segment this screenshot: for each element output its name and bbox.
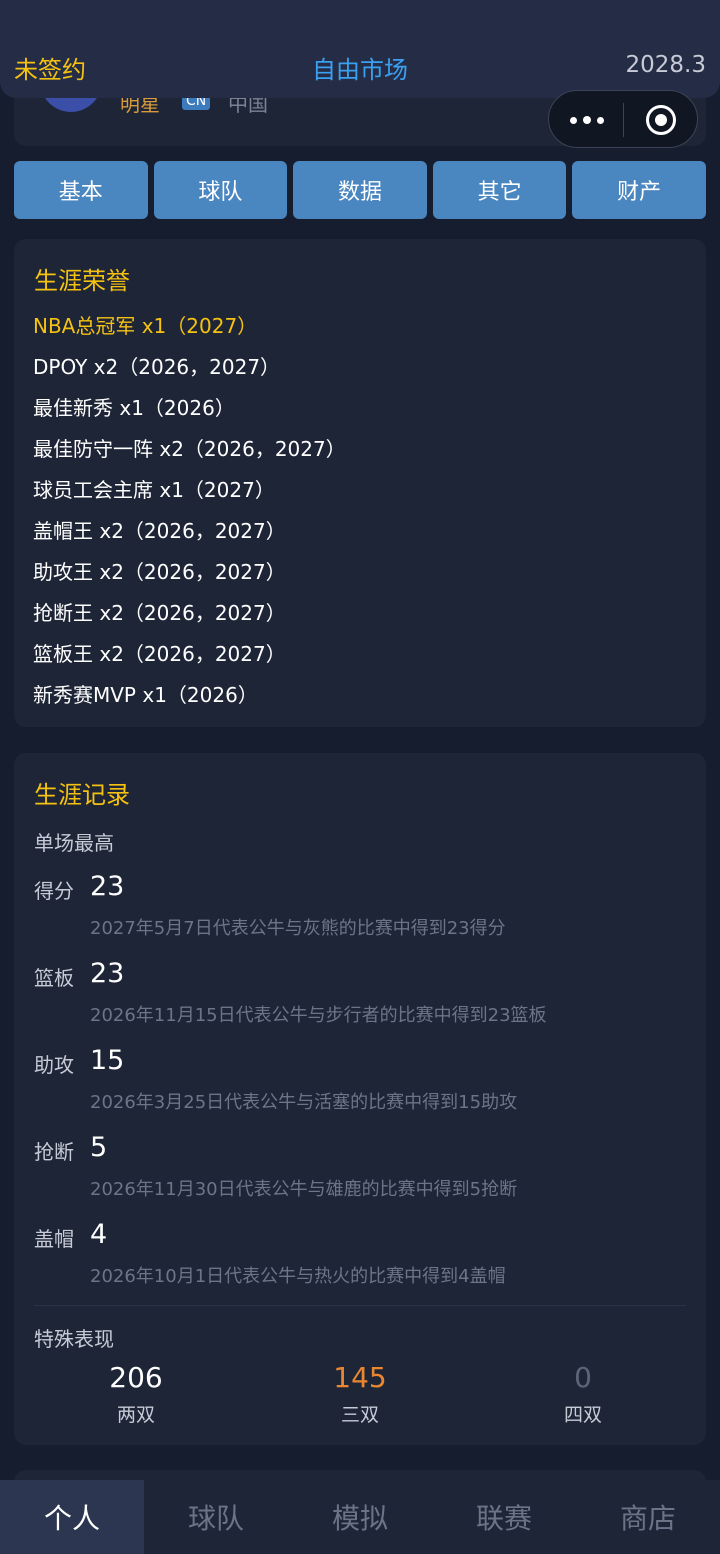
tab-assets[interactable]: 财产 [572, 161, 706, 219]
honor-item: 新秀赛MVP x1（2026） [33, 683, 258, 707]
record-desc-steals: 2026年11月30日代表公牛与雄鹿的比赛中得到5抢断 [90, 1179, 518, 1200]
tab-basic[interactable]: 基本 [14, 161, 148, 219]
record-label-rebounds: 篮板 [34, 966, 74, 990]
capsule-divider [623, 103, 624, 137]
tab-other[interactable]: 其它 [432, 161, 567, 219]
honor-item: NBA总冠军 x1（2027） [33, 314, 258, 338]
record-value-assists: 15 [90, 1045, 125, 1076]
double-double-stat: 206 两双 [36, 1361, 236, 1427]
free-market-link[interactable]: 自由市场 [0, 50, 720, 85]
honor-item: 篮板王 x2（2026，2027） [33, 642, 286, 666]
miniprogram-capsule [548, 90, 698, 148]
record-value-blocks: 4 [90, 1219, 108, 1250]
nav-team[interactable]: 球队 [144, 1480, 288, 1554]
record-desc-points: 2027年5月7日代表公牛与灰熊的比赛中得到23得分 [90, 918, 506, 939]
honor-item: DPOY x2（2026，2027） [33, 355, 281, 379]
nav-simulate[interactable]: 模拟 [288, 1480, 432, 1554]
tab-team[interactable]: 球队 [153, 161, 288, 219]
career-records-card: 生涯记录 单场最高 得分 23 2027年5月7日代表公牛与灰熊的比赛中得到23… [14, 753, 706, 1445]
honor-item: 最佳防守一阵 x2（2026，2027） [33, 437, 346, 461]
career-honors-title: 生涯荣誉 [34, 267, 130, 295]
nav-league[interactable]: 联赛 [432, 1480, 576, 1554]
record-label-steals: 抢断 [34, 1140, 74, 1164]
career-records-title: 生涯记录 [34, 781, 130, 809]
tab-stats[interactable]: 数据 [293, 161, 427, 219]
honor-item: 球员工会主席 x1（2027） [33, 478, 275, 502]
bottom-nav: 个人 球队 模拟 联赛 商店 [0, 1480, 720, 1554]
record-value-rebounds: 23 [90, 958, 125, 989]
nav-shop[interactable]: 商店 [576, 1480, 720, 1554]
quadruple-double-stat: 0 四双 [483, 1361, 683, 1427]
record-desc-rebounds: 2026年11月15日代表公牛与步行者的比赛中得到23篮板 [90, 1005, 547, 1026]
double-double-label: 两双 [116, 1404, 155, 1426]
triple-double-value: 145 [333, 1361, 387, 1394]
honor-item: 抢断王 x2（2026，2027） [33, 601, 286, 625]
top-header: 未签约 自由市场 2028.3 [0, 0, 720, 98]
record-label-assists: 助攻 [34, 1053, 74, 1077]
close-miniprogram-icon[interactable] [646, 105, 676, 135]
triple-double-stat: 145 三双 [260, 1361, 460, 1427]
single-game-high-title: 单场最高 [34, 831, 114, 855]
record-desc-assists: 2026年3月25日代表公牛与活塞的比赛中得到15助攻 [90, 1092, 518, 1113]
nav-personal[interactable]: 个人 [0, 1480, 144, 1554]
special-performance-title: 特殊表现 [34, 1327, 114, 1351]
quadruple-double-value: 0 [574, 1361, 592, 1394]
honor-item: 最佳新秀 x1（2026） [33, 396, 235, 420]
game-date: 2028.3 [625, 52, 706, 78]
honor-item: 助攻王 x2（2026，2027） [33, 560, 286, 584]
more-icon[interactable] [569, 106, 605, 132]
honor-item: 盖帽王 x2（2026，2027） [33, 519, 286, 543]
divider [34, 1305, 686, 1306]
player-profile-page: 明星 CN 中国 未签约 自由市场 2028.3 基本 球队 数据 其它 财产 … [0, 0, 720, 1554]
section-tabs: 基本 球队 数据 其它 财产 [14, 161, 706, 219]
record-value-steals: 5 [90, 1132, 108, 1163]
record-value-points: 23 [90, 871, 125, 902]
record-label-points: 得分 [34, 879, 74, 903]
career-honors-card: 生涯荣誉 NBA总冠军 x1（2027） DPOY x2（2026，2027） … [14, 239, 706, 727]
quadruple-double-label: 四双 [563, 1404, 602, 1426]
double-double-value: 206 [109, 1361, 163, 1394]
record-desc-blocks: 2026年10月1日代表公牛与热火的比赛中得到4盖帽 [90, 1266, 506, 1287]
record-label-blocks: 盖帽 [34, 1227, 74, 1251]
triple-double-label: 三双 [340, 1404, 379, 1426]
